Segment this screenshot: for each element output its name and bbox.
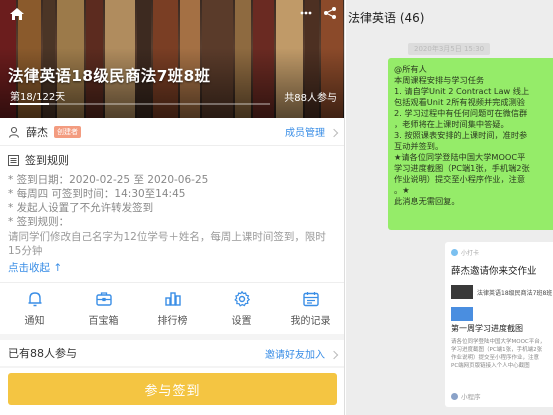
tool-ranking[interactable]: 排行榜 xyxy=(143,290,203,327)
share-icon[interactable] xyxy=(323,6,337,20)
owner-row: 薛杰 创建者 成员管理 xyxy=(0,118,344,146)
card-source: 小打卡 xyxy=(451,248,553,257)
tool-settings[interactable]: 设置 xyxy=(212,290,272,327)
participants-count: 已有88人参与 xyxy=(8,347,77,360)
card-footer: 小程序 xyxy=(451,391,481,401)
gear-icon xyxy=(233,290,250,307)
card-thumbnail xyxy=(451,307,473,321)
tool-toolbox[interactable]: 百宝箱 xyxy=(74,290,134,327)
chat-timestamp: 2020年3月5日 15:30 xyxy=(408,43,491,55)
rule-time: * 每周四 可签到时间：14:30至14:45 xyxy=(8,188,186,200)
card-subtitle: 第一周学习进度截图 xyxy=(451,324,523,333)
owner-badge: 创建者 xyxy=(54,125,81,138)
invite-friends-link[interactable]: 邀请好友加入 xyxy=(265,346,339,361)
rule-forward: * 发起人设置了不允许转发签到 xyxy=(8,202,154,214)
chat-panel: 法律英语 (46) 2020年3月5日 15:30 @所有人 本周课程安排与学习… xyxy=(346,0,553,415)
rule-date: * 签到日期：2020-02-25 至 2020-06-25 xyxy=(8,174,209,186)
app-logo-icon xyxy=(451,249,458,256)
chat-title: 法律英语 (46) xyxy=(348,11,425,25)
card-thumbnail xyxy=(451,285,473,299)
tool-bar: 通知 百宝箱 排行榜 设置 我的记录 xyxy=(0,282,344,334)
mini-program-card[interactable]: 小打卡 薛杰邀请你来交作业 法律英语18级民商法7班8班 第一周学习进度截图 请… xyxy=(445,242,553,407)
tool-my-records[interactable]: 我的记录 xyxy=(281,290,341,327)
mini-program-icon xyxy=(451,392,458,400)
collapse-link[interactable]: 点击收起 ↑ xyxy=(8,260,337,275)
member-count: 共88人参与 xyxy=(284,93,337,104)
course-progress-fill xyxy=(10,103,49,105)
course-banner: 法律英语18级民商法7班8班 第18/122天 共88人参与 xyxy=(0,0,344,118)
tool-notice[interactable]: 通知 xyxy=(5,290,65,327)
rules-header: 签到规则 xyxy=(8,152,337,168)
owner-name: 薛杰 xyxy=(26,125,48,139)
join-checkin-button[interactable]: 参与签到 xyxy=(8,373,337,405)
list-icon xyxy=(8,154,19,166)
member-management-link[interactable]: 成员管理 xyxy=(285,124,339,139)
screenshot-root: 法律英语18级民商法7班8班 第18/122天 共88人参与 薛杰 创建者 成员… xyxy=(0,0,553,415)
course-title: 法律英语18级民商法7班8班 xyxy=(8,67,211,85)
home-icon[interactable] xyxy=(9,7,25,21)
ranking-icon xyxy=(164,292,181,306)
course-panel: 法律英语18级民商法7班8班 第18/122天 共88人参与 薛杰 创建者 成员… xyxy=(0,0,345,415)
chevron-right-icon xyxy=(329,128,339,138)
participants-row: 已有88人参与 邀请好友加入 xyxy=(0,340,344,366)
course-progress-bar xyxy=(10,103,270,105)
record-icon xyxy=(302,292,319,307)
toolbox-icon xyxy=(95,292,112,306)
more-icon[interactable] xyxy=(299,6,313,20)
rule-label: * 签到规则： xyxy=(8,216,70,228)
checkin-rules: 签到规则 * 签到日期：2020-02-25 至 2020-06-25 * 每周… xyxy=(0,146,344,282)
bell-icon xyxy=(28,292,41,307)
course-day-counter: 第18/122天 xyxy=(10,92,66,103)
card-title: 薛杰邀请你来交作业 xyxy=(451,266,537,277)
chevron-right-icon xyxy=(329,350,339,359)
rule-description: 请同学们修改自己名字为12位学号＋姓名，每周上课时间签到，限时15分钟 xyxy=(8,231,326,257)
message-bubble[interactable]: @所有人 本周课程安排与学习任务 1. 请自学Unit 2 Contract L… xyxy=(388,58,553,230)
person-icon xyxy=(8,126,20,138)
